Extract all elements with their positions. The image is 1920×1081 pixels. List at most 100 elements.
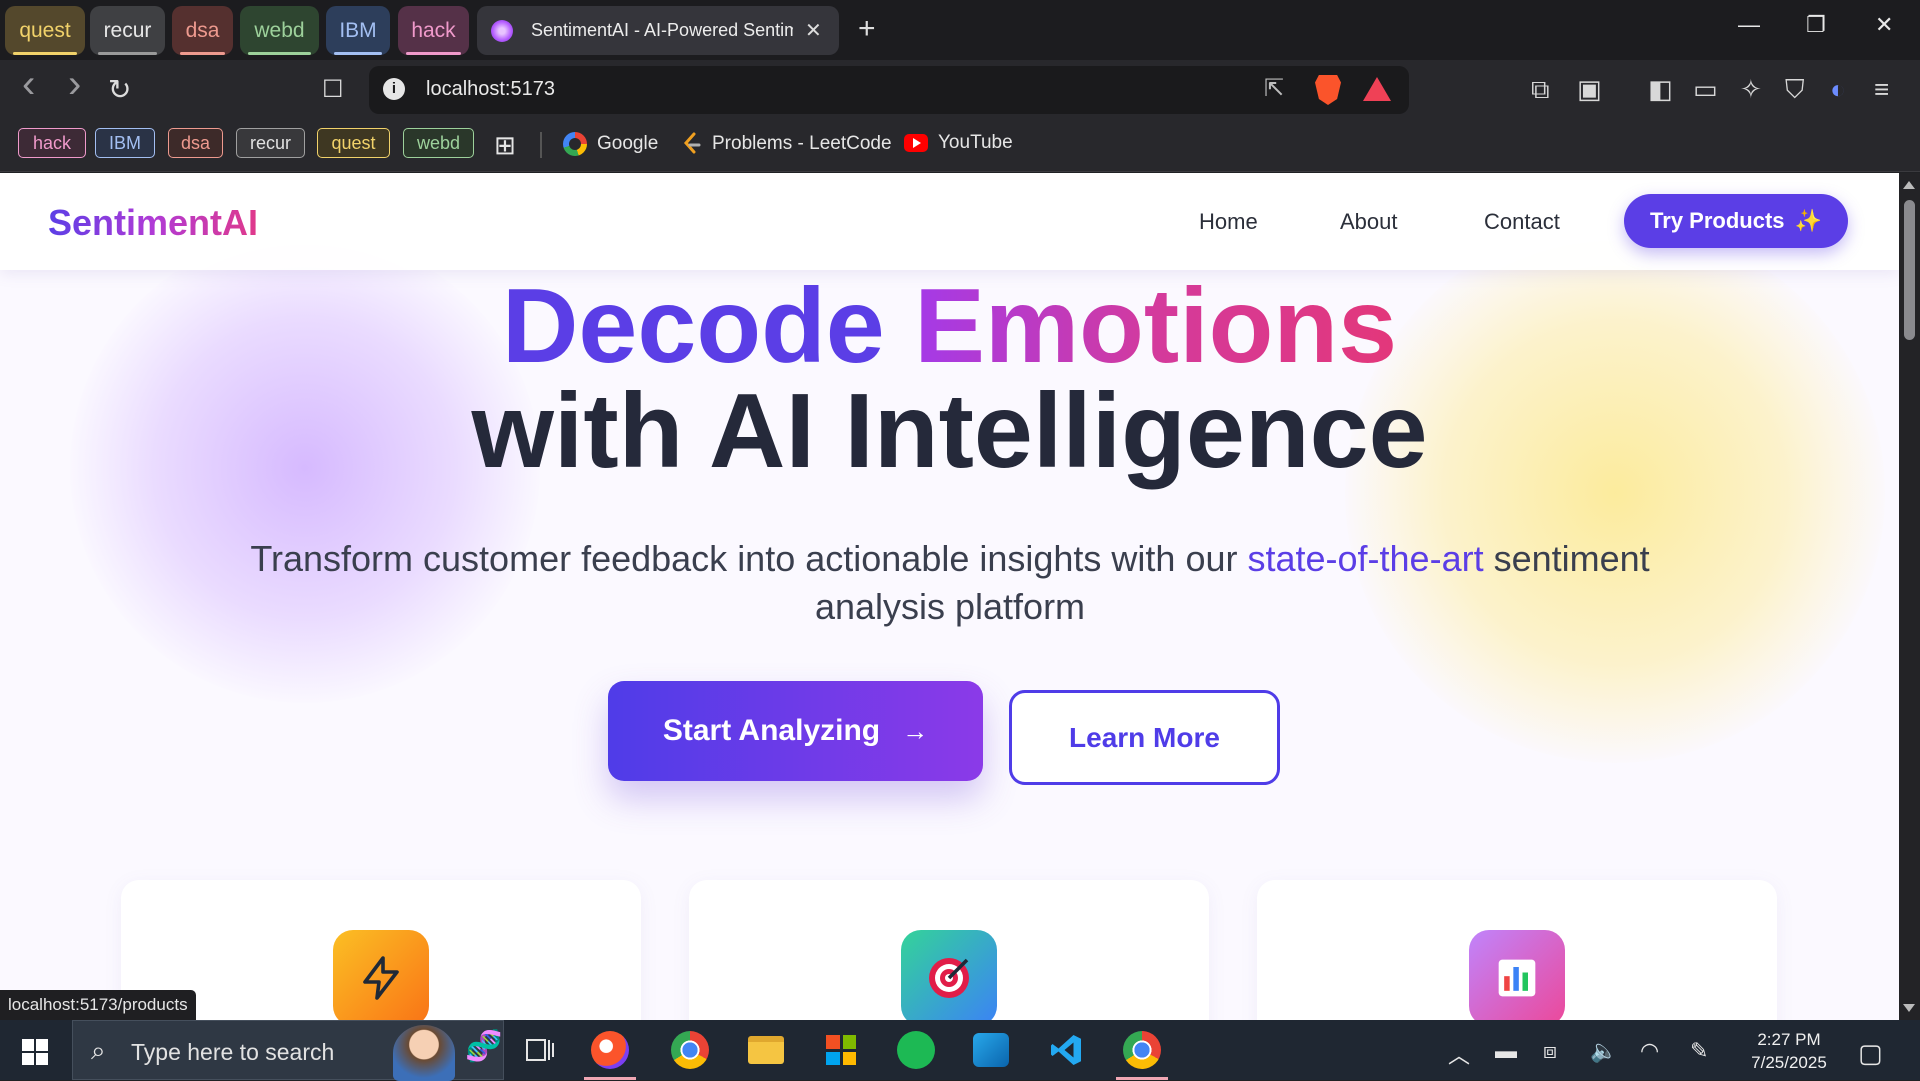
vscode-icon[interactable] <box>1036 1020 1096 1080</box>
arrow-right-icon: → <box>902 715 929 746</box>
learn-more-button[interactable]: Learn More <box>1009 690 1280 785</box>
restore-icon[interactable]: ❐ <box>1806 12 1826 38</box>
site-info-icon[interactable]: i <box>383 78 405 100</box>
bookmark-youtube[interactable]: YouTube <box>904 132 1013 154</box>
brave-rewards-icon[interactable] <box>1363 77 1391 101</box>
scrollbar-thumb[interactable] <box>1904 200 1915 340</box>
tab-group-hack[interactable]: hack <box>398 6 469 55</box>
profile-icon[interactable]: ◐ <box>1830 74 1846 105</box>
vpn-shield-icon[interactable]: ⛉ <box>1785 74 1805 106</box>
chrome-profile-taskbar-icon[interactable] <box>1112 1020 1172 1080</box>
lightning-icon <box>333 930 429 1020</box>
tab-group-recur[interactable]: recur <box>90 6 165 55</box>
brave-taskbar-icon[interactable] <box>580 1020 640 1080</box>
windows-taskbar: ⌕ Type here to search 🧬 ︿ ▬ ⧈ 🔈 ◠ ✎ 2:27… <box>0 1020 1920 1081</box>
wallet-icon[interactable]: ▭ <box>1693 74 1718 105</box>
notifications-icon[interactable]: ▢ <box>1858 1038 1883 1069</box>
clock-date: 7/25/2025 <box>1751 1053 1827 1072</box>
tab-group-webd[interactable]: webd <box>240 6 319 55</box>
site-logo[interactable]: SentimentAI <box>48 202 258 244</box>
link-status-url: localhost:5173/products <box>0 990 196 1020</box>
window-close-icon[interactable]: ✕ <box>1875 12 1893 38</box>
nav-link-home[interactable]: Home <box>1199 209 1258 235</box>
tab-title: SentimentAI - AI-Powered Sentiment Analy… <box>531 20 793 40</box>
extensions-icon[interactable]: ⧉ <box>1531 74 1550 106</box>
new-tab-icon[interactable]: + <box>858 12 876 46</box>
feature-card-analytics <box>1257 880 1777 1020</box>
hero-word-emotions: Emotions <box>914 267 1398 385</box>
task-view-icon[interactable] <box>510 1020 570 1080</box>
taskbar-clock[interactable]: 2:27 PM 7/25/2025 <box>1740 1028 1838 1074</box>
nav-link-contact[interactable]: Contact <box>1484 209 1560 235</box>
bookmark-group-webd[interactable]: webd <box>403 128 474 158</box>
brave-shields-icon[interactable] <box>1315 75 1341 105</box>
apps-grid-icon[interactable]: ⊞ <box>494 130 516 161</box>
active-tab[interactable]: SentimentAI - AI-Powered Sentiment Analy… <box>477 6 839 55</box>
chrome-taskbar-icon[interactable] <box>660 1020 720 1080</box>
bookmarks-divider <box>540 132 542 158</box>
sparkle-icon: ✨ <box>1794 208 1822 233</box>
feature-card-speed <box>121 880 641 1020</box>
hero-subtitle: Transform customer feedback into actiona… <box>250 538 1650 627</box>
chart-icon <box>1469 930 1565 1020</box>
wifi-icon[interactable]: ◠ <box>1640 1038 1659 1064</box>
hero-word-decode: Decode <box>501 267 885 385</box>
address-url[interactable]: localhost:5173 <box>426 78 555 101</box>
hero-heading-line2: with AI Intelligence <box>471 372 1428 490</box>
try-products-button[interactable]: Try Products ✨ <box>1624 194 1848 248</box>
forward-icon[interactable]: › <box>68 62 81 107</box>
bookmark-leetcode[interactable]: Problems - LeetCode <box>682 132 892 156</box>
leo-ai-icon[interactable]: ✧ <box>1740 74 1762 105</box>
back-icon[interactable]: ‹ <box>22 62 35 107</box>
clock-time: 2:27 PM <box>1757 1030 1821 1049</box>
spotify-icon[interactable] <box>886 1020 946 1080</box>
tab-group-quest[interactable]: quest <box>5 6 85 55</box>
youtube-icon <box>904 134 928 152</box>
bookmark-group-quest[interactable]: quest <box>317 128 390 158</box>
address-bar[interactable]: i localhost:5173 ⇱ <box>369 66 1409 114</box>
pen-icon[interactable]: ✎ <box>1690 1038 1708 1064</box>
scroll-up-arrow-icon[interactable] <box>1903 181 1915 189</box>
windows-start-icon[interactable] <box>22 1039 48 1065</box>
bookmark-google[interactable]: Google <box>563 132 658 156</box>
share-icon[interactable]: ⇱ <box>1264 74 1284 103</box>
sidebar-icon[interactable]: ◧ <box>1648 74 1673 105</box>
bookmark-group-hack[interactable]: hack <box>18 128 86 158</box>
battery-icon[interactable]: ▬ <box>1495 1038 1517 1064</box>
hero-subtitle-highlight: state-of-the-art <box>1247 538 1484 579</box>
search-icon: ⌕ <box>91 1035 106 1065</box>
bookmark-group-ibm[interactable]: IBM <box>95 128 155 158</box>
scroll-down-arrow-icon[interactable] <box>1903 1004 1915 1012</box>
bookmarks-bar: hack IBM dsa recur quest webd ⊞ Google P… <box>0 120 1920 172</box>
bookmark-group-dsa[interactable]: dsa <box>168 128 223 158</box>
volume-icon[interactable]: 🔈 <box>1590 1038 1617 1064</box>
feature-card-accuracy <box>689 880 1209 1020</box>
taskbar-search-box[interactable]: ⌕ Type here to search 🧬 <box>72 1020 504 1081</box>
outlook-icon[interactable] <box>961 1020 1021 1080</box>
bookmark-group-recur[interactable]: recur <box>236 128 305 158</box>
microsoft-store-icon[interactable] <box>811 1020 871 1080</box>
bookmark-icon[interactable]: ☐ <box>322 75 344 104</box>
site-navbar: SentimentAI Home About Contact Try Produ… <box>0 173 1899 270</box>
page-scrollbar[interactable] <box>1899 173 1920 1020</box>
reload-icon[interactable]: ↻ <box>108 73 131 106</box>
file-explorer-icon[interactable] <box>736 1020 796 1080</box>
browser-tab-strip: quest recur dsa webd IBM hack SentimentA… <box>0 0 1920 60</box>
dna-icon: 🧬 <box>465 1030 503 1063</box>
tab-group-dsa[interactable]: dsa <box>172 6 233 55</box>
tab-close-icon[interactable]: ✕ <box>805 18 822 43</box>
taskbar-search-placeholder: Type here to search <box>131 1039 335 1065</box>
tab-group-ibm[interactable]: IBM <box>326 6 390 55</box>
menu-icon[interactable]: ≡ <box>1874 74 1889 105</box>
reader-mode-icon[interactable]: ▣ <box>1577 74 1602 105</box>
device-icon[interactable]: ⧈ <box>1543 1038 1557 1064</box>
google-icon <box>563 132 587 156</box>
minimize-icon[interactable]: — <box>1738 12 1760 38</box>
show-hidden-icons-icon[interactable]: ︿ <box>1448 1038 1470 1070</box>
start-analyzing-button[interactable]: Start Analyzing → <box>608 681 983 781</box>
nav-link-about[interactable]: About <box>1340 209 1398 235</box>
browser-toolbar: ‹ › ↻ ☐ i localhost:5173 ⇱ ⧉ ▣ ◧ ▭ ✧ ⛉ ◐… <box>0 60 1920 120</box>
hero-heading-line1: Decode Emotions <box>0 273 1899 379</box>
target-icon <box>901 930 997 1020</box>
page-viewport: SentimentAI Home About Contact Try Produ… <box>0 173 1899 1020</box>
